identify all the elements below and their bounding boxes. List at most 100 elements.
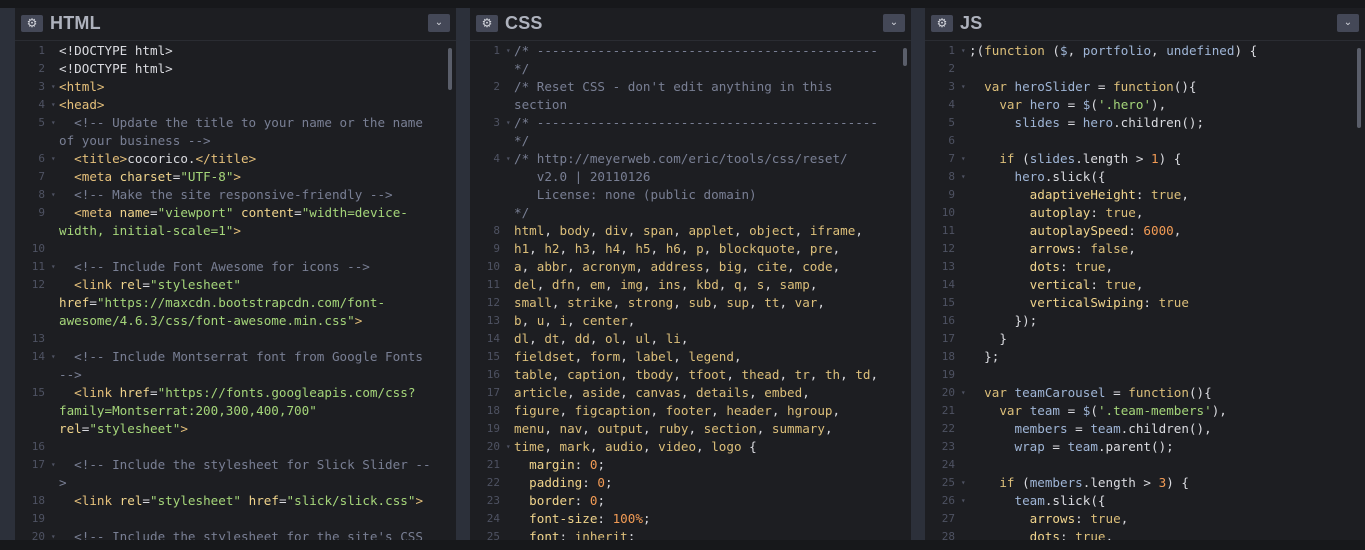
code-token: figure xyxy=(514,403,560,418)
code-token: "stylesheet" xyxy=(150,277,242,292)
code-token: ul xyxy=(635,331,651,346)
gear-icon[interactable]: ⚙ xyxy=(21,15,43,32)
fold-toggle-icon[interactable]: ▾ xyxy=(45,456,59,492)
code-area[interactable]: 1 ▾ ;(function ($, portfolio, undefined) … xyxy=(925,42,1365,540)
fold-toggle-icon[interactable]: ▾ xyxy=(45,150,59,168)
code-token: ;( xyxy=(969,43,985,58)
code-token: , xyxy=(536,277,552,292)
code-token: = xyxy=(142,493,151,508)
scrollbar[interactable] xyxy=(448,48,452,90)
fold-toggle-icon[interactable]: ▾ xyxy=(45,186,59,204)
code-token: audio xyxy=(605,439,643,454)
gear-icon[interactable]: ⚙ xyxy=(931,15,953,32)
code-token: , xyxy=(620,241,636,256)
fold-toggle-icon[interactable]: ▾ xyxy=(955,78,969,96)
fold-toggle-icon[interactable]: ▾ xyxy=(500,42,514,78)
code-token: true xyxy=(1090,511,1121,526)
code-line: 18 <link rel="stylesheet" href="slick/sl… xyxy=(15,492,456,510)
code-line: 7 <meta charset="UTF-8"> xyxy=(15,168,456,186)
code-token: center xyxy=(582,313,628,328)
fold-toggle-icon[interactable]: ▾ xyxy=(955,168,969,186)
fold-toggle-icon[interactable]: ▾ xyxy=(955,474,969,492)
line-number: 11 xyxy=(941,224,955,237)
fold-toggle-icon[interactable]: ▾ xyxy=(955,492,969,510)
code-token: , xyxy=(680,331,689,346)
fold-toggle-icon[interactable]: ▾ xyxy=(500,114,514,150)
code-token: strong xyxy=(627,295,674,310)
line-number: 19 xyxy=(31,512,45,525)
chevron-down-icon[interactable]: ⌄ xyxy=(883,14,905,32)
code-token: , xyxy=(673,349,689,364)
line-number: 15 xyxy=(31,386,45,399)
code-token: , xyxy=(733,349,742,364)
code-token: verticalSwiping xyxy=(1029,295,1144,310)
code-token: "UTF-8" xyxy=(180,169,234,184)
code-token: p xyxy=(696,241,704,256)
code-token: tr xyxy=(794,367,810,382)
scrollbar[interactable] xyxy=(903,48,907,66)
gear-icon[interactable]: ⚙ xyxy=(476,15,498,32)
fold-toggle-icon[interactable]: ▾ xyxy=(500,438,514,456)
code-area[interactable]: 1 <!DOCTYPE html> 2 <!DOCTYPE html> 3 ▾ <html… xyxy=(15,42,456,540)
fold-toggle-icon[interactable]: ▾ xyxy=(955,384,969,402)
code-token: : xyxy=(574,457,590,472)
code-token: adaptiveHeight xyxy=(1029,187,1136,202)
code-token: : xyxy=(559,529,575,540)
code-token: , xyxy=(551,367,568,382)
code-token: , xyxy=(620,367,636,382)
line-number: 1 xyxy=(38,44,45,57)
fold-toggle-icon[interactable]: ▾ xyxy=(45,258,59,276)
resize-gutter-left[interactable] xyxy=(0,8,15,540)
line-number: 8 xyxy=(948,170,955,183)
code-token: menu xyxy=(514,421,545,436)
scrollbar[interactable] xyxy=(1357,48,1361,128)
code-token: , xyxy=(612,295,628,310)
code-token: iframe xyxy=(809,223,856,238)
fold-toggle-icon[interactable]: ▾ xyxy=(45,114,59,150)
line-number: 12 xyxy=(486,296,500,309)
code-token: /* -------------------------------------… xyxy=(514,43,886,76)
fold-toggle-icon[interactable]: ▾ xyxy=(955,150,969,168)
fold-toggle-icon[interactable]: ▾ xyxy=(955,42,969,60)
resize-gutter-1[interactable] xyxy=(456,8,470,540)
code-line: 11 del, dfn, em, img, ins, kbd, q, s, sam… xyxy=(470,276,911,294)
code-token: , xyxy=(589,439,606,454)
fold-toggle-icon[interactable]: ▾ xyxy=(45,348,59,384)
fold-toggle-icon[interactable]: ▾ xyxy=(500,150,514,222)
fold-toggle-icon[interactable]: ▾ xyxy=(45,96,59,114)
code-token: video xyxy=(658,439,697,454)
code-area[interactable]: 1 ▾/* ----------------------------------… xyxy=(470,42,911,540)
fold-toggle-icon[interactable]: ▾ xyxy=(45,528,59,540)
code-text: autoplay: true, xyxy=(969,204,1365,222)
line-number: 20 xyxy=(31,530,45,540)
line-number: 20 xyxy=(941,386,955,399)
panel-title: HTML xyxy=(50,13,101,33)
code-text: var heroSlider = function(){ xyxy=(969,78,1365,96)
code-token: ; xyxy=(605,475,613,490)
chevron-down-icon[interactable]: ⌄ xyxy=(428,14,450,32)
code-token: .slick({ xyxy=(1044,169,1106,184)
resize-gutter-2[interactable] xyxy=(911,8,925,540)
code-token: , xyxy=(650,331,666,346)
code-token: : xyxy=(1143,295,1159,310)
line-number: 12 xyxy=(941,242,955,255)
code-line: 3 ▾ var heroSlider = function(){ xyxy=(925,78,1365,96)
code-text: h1, h2, h3, h4, h5, h6, p, blockquote, p… xyxy=(514,240,911,258)
code-text: team.slick({ xyxy=(969,492,1365,510)
code-text: verticalSwiping: true xyxy=(969,294,1365,312)
code-token: a xyxy=(514,259,522,274)
fold-toggle-icon[interactable]: ▾ xyxy=(45,78,59,96)
chevron-down-icon[interactable]: ⌄ xyxy=(1337,14,1359,32)
code-token: rel xyxy=(59,421,82,436)
code-token: hero xyxy=(1029,97,1061,112)
code-token: = xyxy=(294,205,302,220)
